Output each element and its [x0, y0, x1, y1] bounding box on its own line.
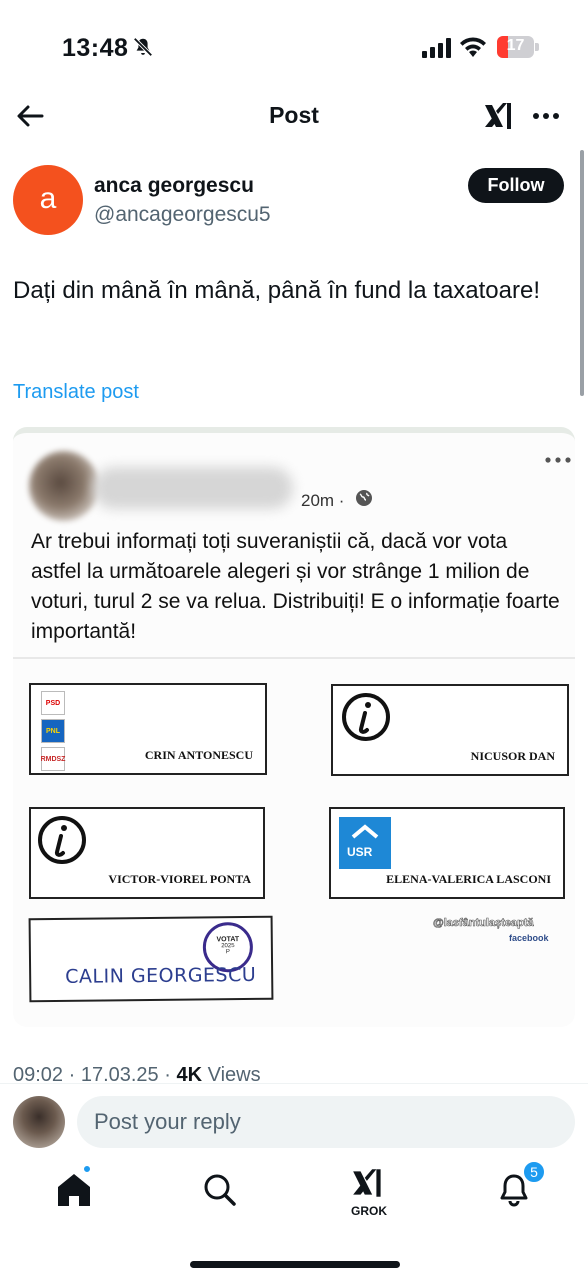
psd-logo: PSD [41, 691, 65, 715]
stamp-letter: P [225, 949, 230, 956]
pnl-logo: PNL [41, 719, 65, 743]
ballot-box-victor-ponta: VICTOR-VIOREL PONTA [29, 807, 265, 899]
more-icon[interactable] [530, 102, 562, 130]
battery-level: 17 [506, 37, 525, 54]
embedded-time: 20m · [301, 491, 345, 510]
author-avatar[interactable]: a [13, 165, 83, 235]
user-avatar[interactable] [13, 1096, 65, 1148]
independent-logo-icon [342, 693, 390, 741]
xai-icon[interactable] [482, 98, 518, 134]
rmdsz-logo: RMDSZ [41, 747, 65, 771]
status-bar: 13:48 17 [0, 0, 588, 96]
follow-button[interactable]: Follow [468, 168, 564, 203]
scrollbar[interactable] [580, 150, 584, 396]
header: Post [0, 96, 588, 136]
divider [13, 657, 575, 659]
tab-grok[interactable]: GROK [346, 1164, 392, 1218]
embedded-more-icon [545, 457, 571, 463]
party-logos: PSD PNL RMDSZ [41, 691, 67, 775]
handwritten-name: CALIN GEORGESCU [65, 963, 257, 988]
candidate-name: VICTOR-VIOREL PONTA [108, 872, 251, 886]
signal-icon [422, 38, 451, 58]
watermark-source: facebook [509, 933, 549, 943]
blurred-avatar [29, 451, 99, 521]
independent-logo-icon [38, 816, 86, 864]
ballot-box-nicusor-dan: NICUSOR DAN [331, 684, 569, 776]
home-indicator[interactable] [190, 1261, 400, 1268]
candidate-name: NICUSOR DAN [470, 749, 555, 763]
ballot-box-crin-antonescu: PSD PNL RMDSZ CRIN ANTONESCU [29, 683, 267, 775]
candidate-name: CRIN ANTONESCU [144, 748, 253, 762]
usr-logo: USR [339, 817, 391, 869]
globe-icon [356, 490, 372, 506]
watermark: @lasfântulașteaptă [433, 917, 534, 930]
post-image[interactable]: 20m · Ar trebui informați toți suveraniș… [13, 427, 575, 1027]
embedded-text: Ar trebui informați toți suveraniștii că… [31, 530, 560, 643]
author-name[interactable]: anca georgescu [94, 174, 254, 198]
wifi-icon [460, 37, 486, 57]
grok-label: GROK [351, 1204, 387, 1218]
status-time: 13:48 [62, 34, 129, 62]
grok-icon [353, 1169, 381, 1197]
author-handle[interactable]: @ancageorgescu5 [94, 203, 271, 227]
ballot-box-calin-georgescu: VOTAT 2025 P CALIN GEORGESCU [28, 915, 274, 1003]
translate-post-link[interactable]: Translate post [13, 381, 139, 404]
post-text: Dați din mână în mână, până în fund la t… [13, 277, 541, 304]
usr-chevron-icon [351, 824, 379, 839]
ballot-box-elena-lasconi: USR ELENA-VALERICA LASCONI [329, 807, 565, 899]
blurred-name [93, 467, 293, 509]
candidate-name: ELENA-VALERICA LASCONI [386, 872, 551, 886]
battery-icon: 17 [497, 36, 539, 58]
notifications-badge: 5 [522, 1160, 546, 1184]
reply-bar: Post your reply [0, 1083, 588, 1155]
home-unread-dot [82, 1164, 92, 1174]
search-icon[interactable] [198, 1168, 242, 1212]
usr-logo-text: USR [347, 845, 373, 859]
home-icon[interactable] [52, 1168, 96, 1212]
tab-bar: GROK 5 [0, 1160, 588, 1230]
bell-slash-icon [133, 37, 153, 57]
reply-input[interactable]: Post your reply [77, 1096, 575, 1148]
